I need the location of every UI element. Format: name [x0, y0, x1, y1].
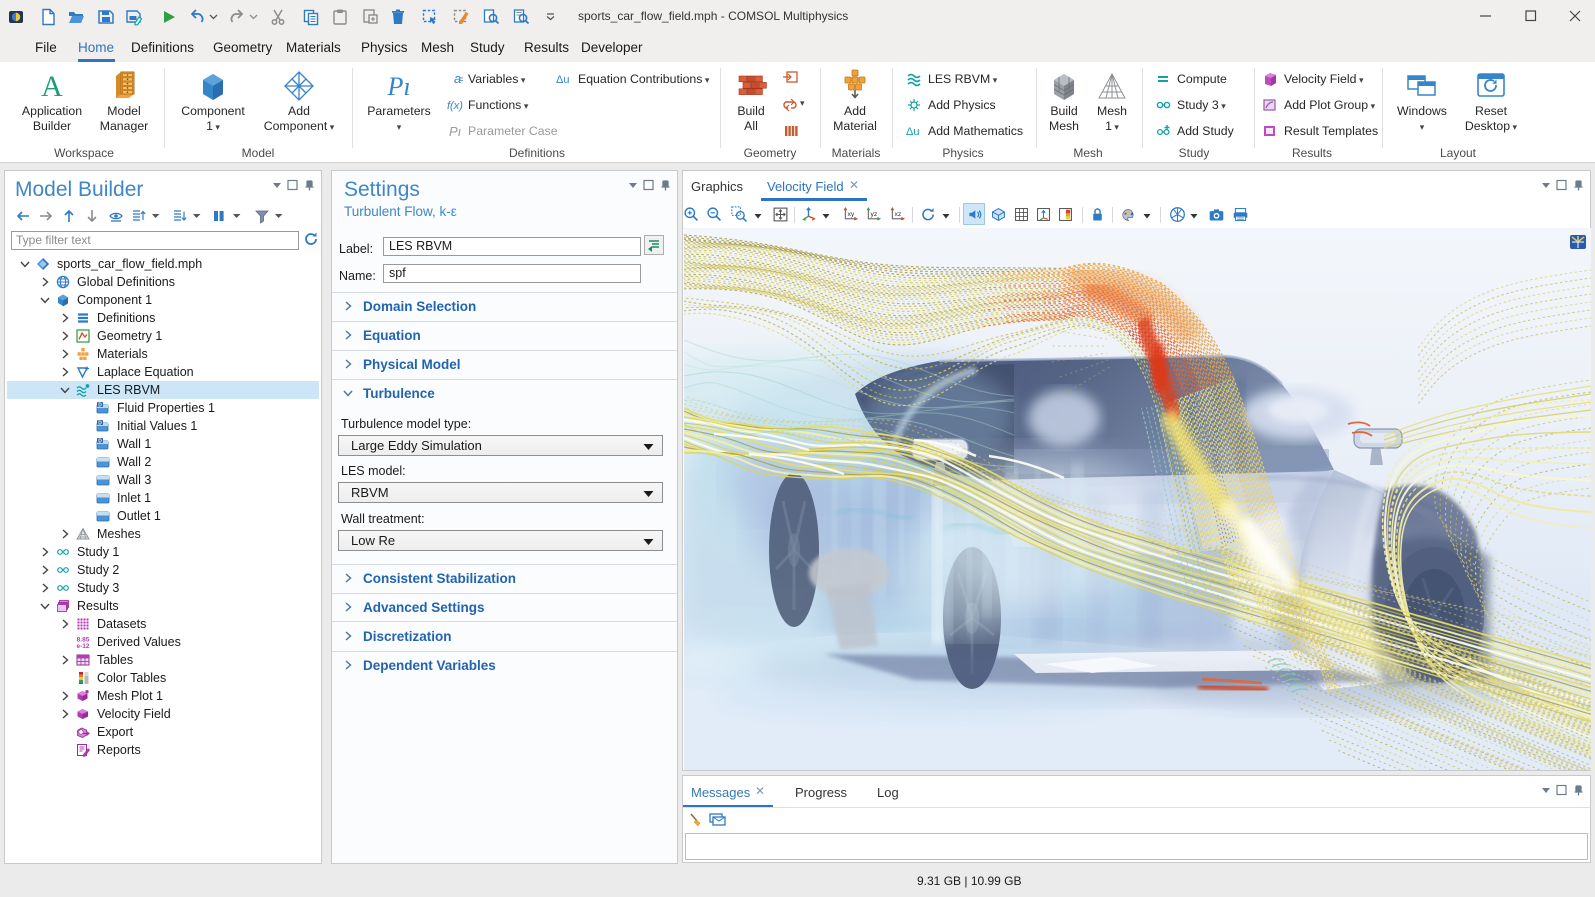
svg-text:Δu: Δu	[906, 126, 919, 138]
svg-text:D: D	[98, 420, 102, 426]
svg-text:xz: xz	[895, 211, 902, 218]
svg-text:D: D	[98, 438, 102, 444]
svg-text:xy: xy	[848, 211, 855, 218]
svg-text:Pı: Pı	[386, 72, 410, 101]
svg-text:yz: yz	[871, 211, 878, 218]
svg-text:=: =	[459, 74, 463, 86]
svg-text:Δu: Δu	[556, 74, 569, 86]
svg-text:e-12: e-12	[76, 643, 89, 649]
svg-text:A: A	[41, 70, 63, 102]
svg-text:D: D	[98, 402, 102, 408]
svg-text:Pı: Pı	[449, 124, 462, 139]
svg-text:f(x): f(x)	[447, 100, 463, 112]
